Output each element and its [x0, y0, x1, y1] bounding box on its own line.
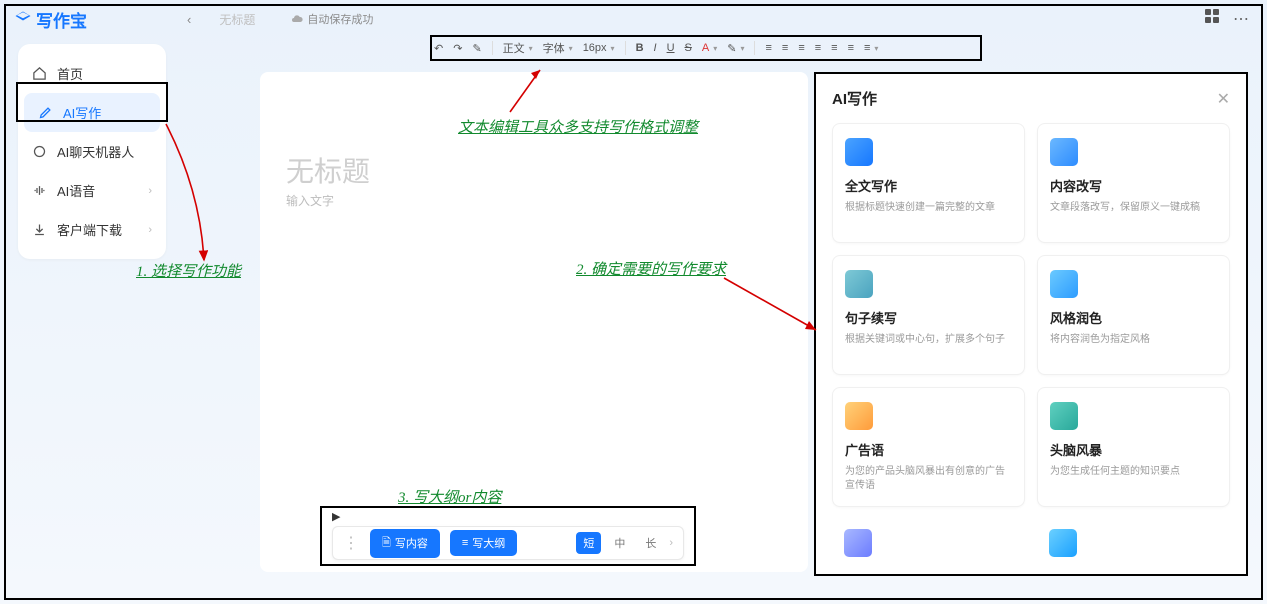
sidebar-item-home[interactable]: 首页 [18, 54, 166, 93]
sidebar-item-download[interactable]: 客户端下载 › [18, 210, 166, 249]
sidebar: 首页 AI写作 AI聊天机器人 AI语音 › 客户端下载 › [18, 44, 166, 259]
ai-card-polish[interactable]: 风格润色 将内容润色为指定风格 [1037, 255, 1230, 375]
ai-card-title: 风格润色 [1050, 308, 1217, 327]
bold-button[interactable]: B [636, 42, 644, 54]
undo-button[interactable]: ↶ [434, 42, 443, 55]
chevron-right-icon: › [148, 185, 152, 197]
sidebar-item-label: AI写作 [63, 103, 101, 122]
doc-icon [845, 138, 873, 166]
brainstorm-icon [1050, 402, 1078, 430]
polish-icon [1050, 270, 1078, 298]
rewrite-icon [1050, 138, 1078, 166]
strike-button[interactable]: S [685, 42, 692, 54]
audio-icon [32, 183, 47, 198]
ai-card-desc: 为您生成任何主题的知识要点 [1050, 465, 1217, 479]
doc-icon [1049, 529, 1077, 557]
underline-button[interactable]: U [667, 42, 675, 54]
paragraph-style-select[interactable]: 正文 [503, 40, 533, 56]
font-size-select[interactable]: 16px [583, 42, 615, 54]
sidebar-item-voice[interactable]: AI语音 › [18, 171, 166, 210]
ai-panel-title: AI写作 [832, 88, 877, 109]
close-icon[interactable]: ✕ [1217, 89, 1230, 109]
pencil-icon [38, 105, 53, 120]
editor-toolbar: ↶ ↷ ✎ 正文 字体 16px B I U S A ✎ ≡ ≡ ≡ ≡ ≡ ≡… [434, 37, 978, 59]
sidebar-item-label: 客户端下载 [57, 220, 122, 239]
ai-card-title: 内容改写 [1050, 176, 1217, 195]
body-input[interactable]: 输入文字 [286, 192, 334, 209]
ai-card-brainstorm[interactable]: 头脑风暴 为您生成任何主题的知识要点 [1037, 387, 1230, 507]
ai-card-title: 句子续写 [845, 308, 1012, 327]
sidebar-item-label: AI聊天机器人 [57, 142, 134, 161]
text-color-button[interactable]: A [702, 42, 717, 54]
ai-card-title: 头脑风暴 [1050, 440, 1217, 459]
length-mid[interactable]: 中 [607, 532, 632, 554]
chevron-right-icon[interactable]: › [669, 537, 673, 549]
doc-icon: 🗎 [382, 534, 391, 553]
drag-handle-icon[interactable]: ⋮ [343, 533, 360, 553]
doc-title-placeholder: 无标题 [219, 11, 255, 28]
align-left-button[interactable]: ≡ [765, 42, 771, 54]
align-justify-button[interactable]: ≡ [815, 42, 821, 54]
top-header: 写作宝 ‹ 无标题 自动保存成功 ⋯ [8, 6, 1259, 32]
download-icon [32, 222, 47, 237]
mail-icon [844, 529, 872, 557]
back-button[interactable]: ‹ [187, 12, 191, 27]
ai-card-desc: 根据关键词或中心句，扩展多个句子 [845, 333, 1012, 347]
ai-card-slogan[interactable]: 广告语 为您的产品头脑风暴出有创意的广告宣传语 [832, 387, 1025, 507]
sidebar-item-label: AI语音 [57, 181, 95, 200]
logo-icon [14, 10, 32, 28]
ai-card-desc: 文章段落改写，保留原义一键成稿 [1050, 201, 1217, 215]
redo-button[interactable]: ↷ [453, 42, 462, 55]
font-family-select[interactable]: 字体 [543, 40, 573, 56]
chevron-right-icon: › [148, 224, 152, 236]
highlight-button[interactable]: ✎ [727, 42, 744, 55]
list-icon: ≡ [462, 537, 468, 549]
ai-card-desc: 为您的产品头脑风暴出有创意的广告宣传语 [845, 465, 1012, 493]
app-name: 写作宝 [36, 7, 87, 32]
length-segmented: 短 中 长 › [576, 532, 673, 554]
more-icon[interactable]: ⋯ [1233, 9, 1249, 29]
ai-card-title: 全文写作 [845, 176, 1012, 195]
length-short[interactable]: 短 [576, 532, 601, 554]
title-input[interactable]: 无标题 [286, 150, 370, 190]
ad-icon [845, 402, 873, 430]
format-paint-button[interactable]: ✎ [472, 42, 481, 55]
list-bullet-button[interactable]: ≡ [848, 42, 854, 54]
cloud-icon [291, 13, 303, 25]
ai-card-continue[interactable]: 句子续写 根据关键词或中心句，扩展多个句子 [832, 255, 1025, 375]
ai-card-extra-2[interactable] [1037, 519, 1230, 565]
ai-panel: AI写作 ✕ 全文写作 根据标题快速创建一篇完整的文章 内容改写 文章段落改写，… [816, 74, 1246, 574]
ai-card-title: 广告语 [845, 440, 1012, 459]
apps-icon[interactable] [1205, 9, 1219, 23]
editor-canvas[interactable]: 无标题 输入文字 [260, 72, 808, 572]
ai-card-desc: 根据标题快速创建一篇完整的文章 [845, 201, 1012, 215]
ai-card-full-write[interactable]: 全文写作 根据标题快速创建一篇完整的文章 [832, 123, 1025, 243]
write-outline-button[interactable]: ≡ 写大纲 [450, 530, 517, 556]
continue-icon [845, 270, 873, 298]
write-content-button[interactable]: 🗎 写内容 [370, 529, 440, 558]
play-icon[interactable]: ▶ [332, 510, 340, 523]
ai-card-extra-1[interactable] [832, 519, 1025, 565]
length-long[interactable]: 长 [638, 532, 663, 554]
app-logo: 写作宝 [14, 7, 87, 32]
sidebar-item-label: 首页 [57, 64, 83, 83]
chat-icon [32, 144, 47, 159]
list-ordered-button[interactable]: ≡ [831, 42, 837, 54]
sidebar-item-ai-write[interactable]: AI写作 [24, 93, 160, 132]
autosave-status: 自动保存成功 [291, 11, 373, 27]
indent-button[interactable]: ≡ [864, 42, 878, 54]
ai-card-rewrite[interactable]: 内容改写 文章段落改写，保留原义一键成稿 [1037, 123, 1230, 243]
sidebar-item-chatbot[interactable]: AI聊天机器人 [18, 132, 166, 171]
ai-card-desc: 将内容润色为指定风格 [1050, 333, 1217, 347]
align-center-button[interactable]: ≡ [782, 42, 788, 54]
home-icon [32, 66, 47, 81]
write-action-bar: ⋮ 🗎 写内容 ≡ 写大纲 短 中 长 › [332, 526, 684, 560]
italic-button[interactable]: I [654, 42, 657, 54]
align-right-button[interactable]: ≡ [798, 42, 804, 54]
